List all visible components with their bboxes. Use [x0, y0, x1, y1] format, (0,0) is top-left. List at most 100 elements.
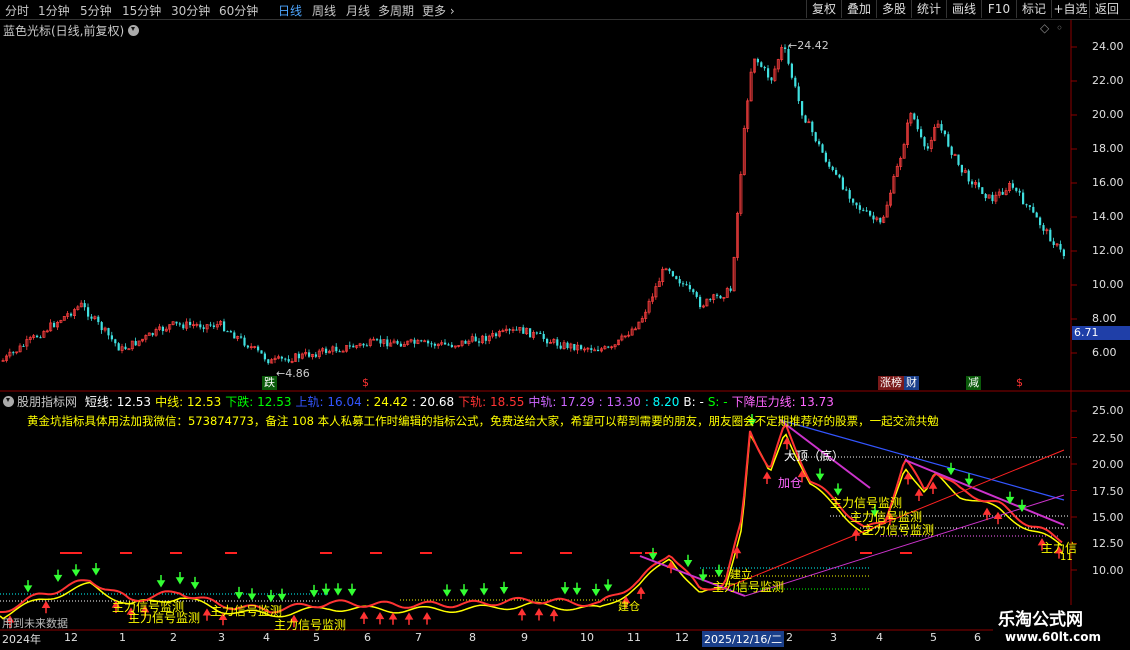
candle-body-down: [1059, 243, 1062, 250]
candle-body-down: [841, 177, 844, 190]
candle-body-up: [127, 348, 131, 351]
candle-body-down: [920, 129, 923, 138]
candle-body-down: [386, 339, 389, 347]
buy-arrow: [928, 481, 938, 494]
x-tick: 6: [974, 631, 981, 644]
buy-arrow: [534, 608, 544, 621]
indicator-field: 中线: 12.53: [155, 395, 222, 409]
candle-body-down: [865, 210, 868, 212]
candle-body-down: [87, 307, 90, 317]
candlestick-series: [1, 44, 1065, 365]
candle-body-down: [977, 182, 980, 188]
candle-body-down: [607, 346, 610, 348]
candle-body-down: [971, 181, 974, 185]
candle-body-down: [566, 342, 569, 349]
candle-body-down: [474, 336, 477, 342]
annotation-eleven: 11: [1060, 552, 1073, 563]
more-icon[interactable]: ◦: [1056, 21, 1063, 35]
buy-arrow: [41, 600, 51, 614]
candle-body-down: [818, 141, 821, 145]
candle-body-down: [682, 283, 685, 285]
buy-arrow: [549, 608, 559, 622]
candle-body-down: [348, 345, 351, 347]
x-tick: 4: [876, 631, 883, 644]
indicator-field: : 13.30: [598, 395, 641, 409]
y-tick: 20.00: [1092, 108, 1124, 121]
indicator-name[interactable]: 股朋指标网: [17, 395, 77, 409]
candle-body-down: [243, 337, 246, 346]
chart-canvas[interactable]: [0, 0, 1130, 650]
candle-body-down: [229, 331, 232, 333]
sell-arrow: [683, 554, 693, 568]
candle-body-down: [420, 340, 423, 342]
candle-body-down: [590, 348, 593, 351]
chevron-down-icon[interactable]: [3, 396, 14, 407]
buy-arrow: [422, 612, 432, 625]
x-tick: 12: [64, 631, 78, 644]
candle-body-down: [529, 328, 532, 338]
indicator-field: : 24.42: [365, 395, 408, 409]
candle-body-down: [913, 113, 916, 120]
candle-body-down: [161, 326, 164, 332]
diamond-icon[interactable]: ◇: [1040, 21, 1049, 35]
chevron-down-icon[interactable]: [128, 25, 140, 36]
low-price-value: 4.86: [285, 367, 310, 380]
candle-body-down: [824, 152, 827, 162]
candle-body-down: [178, 323, 181, 325]
candle-body-down: [804, 115, 807, 123]
event-marker-cai[interactable]: 财: [904, 376, 919, 390]
candle-body-down: [134, 341, 137, 346]
candle-body-down: [124, 346, 127, 350]
candle-body-down: [1032, 206, 1035, 213]
annotation-top-bottom: 大顶（底）: [784, 449, 845, 463]
candle-body-down: [287, 359, 290, 362]
x-tick: 2: [786, 631, 793, 644]
candle-body-down: [546, 338, 549, 344]
sell-arrow: [459, 584, 469, 597]
candle-body-down: [365, 345, 368, 347]
candle-body-down: [70, 313, 73, 316]
candle-body-down: [212, 325, 215, 328]
x-tick: 10: [580, 631, 594, 644]
high-price-value: 24.42: [797, 39, 829, 52]
candle-body-down: [257, 346, 260, 351]
sell-arrow: [714, 564, 724, 578]
candle-body-down: [688, 285, 691, 290]
candle-body-down: [379, 339, 382, 344]
candle-body-down: [831, 166, 834, 171]
event-marker-dollar[interactable]: $: [360, 376, 371, 390]
watermark: 乐淘公式网 www.60lt.com: [993, 605, 1130, 650]
candle-body-down: [376, 339, 379, 341]
candle-body-down: [923, 137, 926, 147]
event-marker-die[interactable]: 跌: [262, 376, 277, 390]
y-tick: 8.00: [1092, 312, 1117, 325]
y-tick: 16.00: [1092, 176, 1124, 189]
candle-body-down: [209, 324, 212, 326]
x-tick: 4: [263, 631, 270, 644]
buy-arrow: [359, 611, 369, 624]
high-price-label: ←24.42: [788, 39, 829, 52]
event-marker-jian[interactable]: 减: [966, 376, 981, 390]
candle-body-down: [117, 343, 120, 351]
candle-body-down: [114, 339, 117, 344]
candle-body-down: [855, 202, 858, 206]
x-tick: 3: [218, 631, 225, 644]
candle-body-down: [801, 101, 804, 116]
sell-arrow: [247, 588, 257, 601]
candle-body-down: [399, 343, 402, 347]
indicator-notice: 黄金坑指标具体用法加我微信：573874773，备注 108 本人私募工作时编辑…: [27, 414, 939, 428]
sell-arrow: [603, 579, 613, 592]
event-marker-zhangbang[interactable]: 涨榜: [878, 376, 904, 390]
candle-body-down: [182, 324, 185, 329]
candle-body-down: [814, 132, 817, 142]
candle-body-down: [308, 352, 311, 357]
candle-body-down: [984, 193, 987, 199]
y-tick: 24.00: [1092, 40, 1124, 53]
candle-body-down: [430, 343, 433, 345]
event-marker-dollar-2[interactable]: $: [1014, 376, 1025, 390]
candle-body-down: [314, 354, 317, 357]
buy-arrow: [404, 612, 414, 625]
candle-body-down: [763, 66, 766, 69]
buy-arrow: [762, 471, 772, 484]
x-tick: 1: [119, 631, 126, 644]
